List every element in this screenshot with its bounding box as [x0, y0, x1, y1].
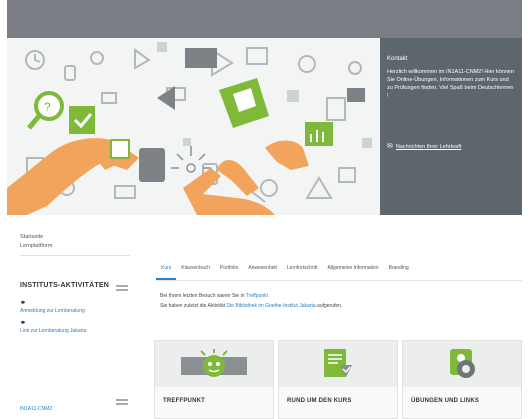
teacher-messages-link[interactable]: ✉ Nachrichten Ihrer Lehrkraft: [387, 142, 461, 150]
tab-allgemeine-information[interactable]: Allgemeine Information: [322, 259, 383, 280]
section-title: TREFFPUNKT: [163, 398, 205, 404]
tab-portfolio[interactable]: Portfolio: [215, 259, 243, 280]
hero-graphic: ?: [7, 38, 380, 215]
course-document-icon: [279, 341, 397, 387]
section-card-uebungen-und-links[interactable]: ÜBUNGEN UND LINKS: [402, 340, 522, 419]
last-visit-text: Bei Ihrem letzten Besuch waren Sie in: [160, 293, 246, 299]
meeting-icon: [155, 341, 273, 387]
lernberatung-signup-link[interactable]: Anmeldung zur Lernberatung: [20, 307, 128, 315]
lernberatung-jakarta-link[interactable]: Link zur Lernberatung Jakarta: [20, 327, 128, 335]
hero-illustration: ?: [7, 38, 380, 215]
glasses-icon: ⚭: [20, 320, 26, 327]
course-block: IN1A11-CNM2: [20, 396, 128, 413]
last-activity-text: Sie haben zuletzt die Aktivität: [160, 303, 227, 309]
section-card-rund-um-den-kurs[interactable]: RUND UM DEN KURS: [278, 340, 398, 419]
tab-branding[interactable]: Branding: [384, 259, 414, 280]
institute-activities-block: INSTITUTS-AKTIVITÄTEN ⚭ Anmeldung zur Le…: [20, 282, 128, 335]
top-banner: [7, 0, 522, 38]
course-sections: TREFFPUNKT RUND UM DEN KURS ÜBUNGEN UND …: [154, 340, 524, 419]
institute-activities-title: INSTITUTS-AKTIVITÄTEN: [20, 282, 109, 289]
section-title: RUND UM DEN KURS: [287, 398, 352, 404]
tab-kurs[interactable]: Kurs: [156, 259, 177, 280]
contact-panel: Kontakt Herzlich willkommen im IN1A11-CN…: [380, 38, 522, 215]
teacher-messages-label: Nachrichten Ihrer Lehrkraft: [395, 144, 462, 150]
nav-item-startseite[interactable]: Startseite: [20, 233, 130, 242]
library-activity-link[interactable]: Die Bibliothek im Goethe-Institut Jakart…: [226, 303, 315, 309]
block-collapse-icon[interactable]: [116, 399, 128, 405]
course-tabs: Kurs Klassenbuch Portfolio Anwesenheit L…: [156, 259, 522, 281]
course-link[interactable]: IN1A11-CNM2: [20, 405, 52, 413]
tab-anwesenheit[interactable]: Anwesenheit: [243, 259, 282, 280]
section-title: ÜBUNGEN UND LINKS: [411, 398, 480, 404]
last-activity-suffix: aufgerufen.: [315, 303, 343, 309]
glasses-icon: ⚭: [20, 300, 26, 307]
envelope-icon: ✉: [387, 143, 393, 150]
svg-text:?: ?: [44, 100, 51, 114]
contact-title: Kontakt: [387, 56, 408, 62]
breadcrumb-nav: Startseite Lernplattform: [20, 233, 130, 256]
last-visit-info: Bei Ihrem letzten Besuch waren Sie in Tr…: [160, 291, 342, 311]
nav-item-lernplattform[interactable]: Lernplattform: [20, 242, 130, 251]
section-card-treffpunkt[interactable]: TREFFPUNKT: [154, 340, 274, 419]
treffpunkt-link[interactable]: Treffpunkt: [246, 293, 268, 299]
contact-welcome-text: Herzlich willkommen im IN1A11-CNM2! Hier…: [387, 69, 515, 99]
block-collapse-icon[interactable]: [116, 285, 128, 291]
exercises-icon: [403, 341, 521, 387]
tab-lernfortschritt[interactable]: Lernfortschritt: [282, 259, 323, 280]
tab-klassenbuch[interactable]: Klassenbuch: [176, 259, 215, 280]
